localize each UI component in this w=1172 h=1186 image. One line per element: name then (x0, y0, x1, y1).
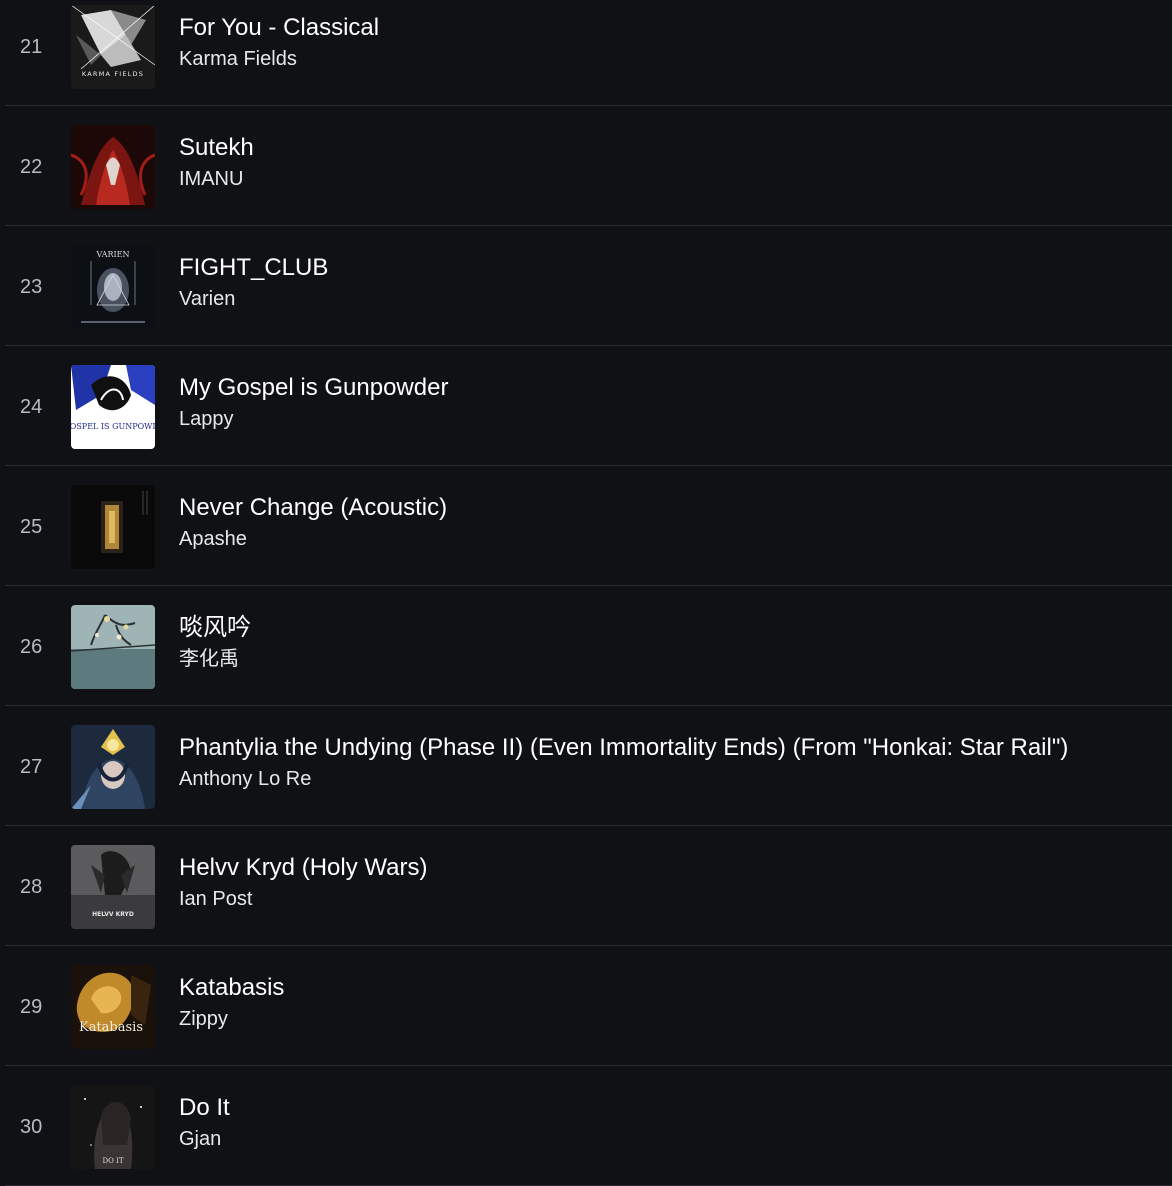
track-artist[interactable]: Zippy (179, 1006, 1152, 1032)
track-number: 21 (20, 36, 43, 58)
track-artist[interactable]: IMANU (179, 166, 1152, 192)
track-number: 28 (20, 876, 43, 898)
track-title[interactable]: My Gospel is Gunpowder (179, 373, 1152, 403)
track-artist[interactable]: Ian Post (179, 886, 1152, 912)
track-title[interactable]: FIGHT_CLUB (179, 253, 1152, 283)
track-title[interactable]: Never Change (Acoustic) (179, 493, 1152, 523)
album-art[interactable] (71, 125, 155, 209)
track-title[interactable]: Helvv Kryd (Holy Wars) (179, 853, 1152, 883)
track-row[interactable]: 27 Phantylia the Undying (Phase II) (Eve… (5, 706, 1172, 826)
track-title[interactable]: Katabasis (179, 973, 1152, 1003)
track-number: 27 (20, 756, 43, 778)
album-art-text: VARIEN (95, 250, 129, 259)
album-art-text: Katabasis (79, 1020, 143, 1035)
track-number: 24 (20, 396, 43, 418)
track-title[interactable]: Do It (179, 1093, 1152, 1123)
track-list: 21 KARMA FIELDS For You - Classical Karm… (5, 0, 1172, 1186)
album-art[interactable] (71, 725, 155, 809)
track-number: 25 (20, 516, 43, 538)
track-artist[interactable]: Apashe (179, 526, 1152, 552)
album-art-text: HELVV KRYD (92, 911, 134, 918)
track-artist[interactable]: 李化禹 (179, 646, 1152, 672)
album-art[interactable] (71, 605, 155, 689)
track-row[interactable]: 30 DO IT Do It Gjan (5, 1066, 1172, 1186)
track-number: 29 (20, 996, 43, 1018)
track-title[interactable]: For You - Classical (179, 13, 1152, 43)
track-row[interactable]: 26 啖风吟 李化禹 (5, 586, 1172, 706)
track-row[interactable]: 29 Katabasis Katabasis Zippy (5, 946, 1172, 1066)
track-row[interactable]: 24 GOSPEL IS GUNPOWDER My Gospel is Gunp… (5, 346, 1172, 466)
album-art-text: KARMA FIELDS (82, 70, 144, 78)
track-row[interactable]: 22 Sutekh IMANU (5, 106, 1172, 226)
album-art-text: DO IT (102, 1157, 123, 1165)
track-title[interactable]: Phantylia the Undying (Phase II) (Even I… (179, 733, 1152, 763)
track-artist[interactable]: Gjan (179, 1126, 1152, 1152)
album-art[interactable]: VARIEN (71, 245, 155, 329)
track-artist[interactable]: Varien (179, 286, 1152, 312)
album-art-text: GOSPEL IS GUNPOWDER (71, 422, 155, 431)
track-number: 23 (20, 276, 43, 298)
track-row[interactable]: 23 VARIEN FIGHT_CLUB Varien (5, 226, 1172, 346)
track-number: 26 (20, 636, 43, 658)
album-art[interactable]: GOSPEL IS GUNPOWDER (71, 365, 155, 449)
track-row[interactable]: 21 KARMA FIELDS For You - Classical Karm… (5, 0, 1172, 106)
track-row[interactable]: 28 HELVV KRYD Helvv Kryd (Holy Wars) Ian… (5, 826, 1172, 946)
track-number: 22 (20, 156, 43, 178)
album-art[interactable]: HELVV KRYD (71, 845, 155, 929)
track-row[interactable]: 25 Never Change (Acoustic) Apashe (5, 466, 1172, 586)
album-art[interactable]: Katabasis (71, 965, 155, 1049)
track-title[interactable]: 啖风吟 (179, 613, 1152, 643)
album-art[interactable] (71, 485, 155, 569)
track-number: 30 (20, 1116, 43, 1138)
album-art[interactable]: KARMA FIELDS (71, 5, 155, 89)
track-artist[interactable]: Lappy (179, 406, 1152, 432)
album-art[interactable]: DO IT (71, 1085, 155, 1169)
track-title[interactable]: Sutekh (179, 133, 1152, 163)
track-artist[interactable]: Karma Fields (179, 46, 1152, 72)
track-artist[interactable]: Anthony Lo Re (179, 766, 1152, 792)
